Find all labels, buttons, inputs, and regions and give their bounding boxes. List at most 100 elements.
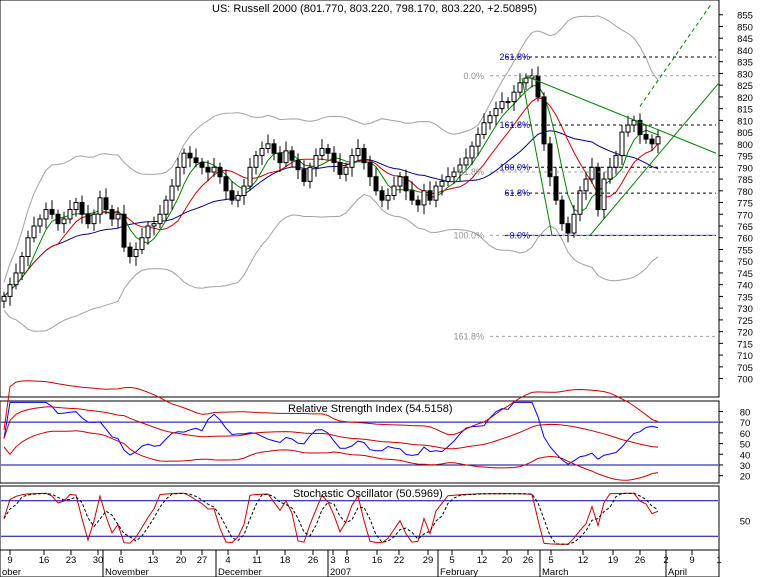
candle-body [253, 155, 259, 168]
candle-body [487, 115, 493, 124]
candle-body [379, 190, 385, 201]
price-y-tick-label: 810 [737, 116, 753, 127]
candle-body [217, 166, 223, 178]
fib-level-label: 161.8% [499, 120, 530, 130]
price-y-tick-label: 745 [737, 269, 753, 280]
candle-body [589, 166, 595, 180]
candle-body [649, 138, 655, 145]
candle-body [211, 166, 217, 173]
bollinger-upper [3, 15, 659, 283]
x-tick-label: 12 [477, 555, 488, 566]
price-y-tick-label: 805 [737, 128, 753, 139]
chart-canvas: 7007057107157207257307357407457507557607… [0, 0, 753, 577]
stoch-y-tick-label: 50 [740, 517, 751, 528]
stoch-layer: 50 [1, 492, 751, 545]
candle-body [127, 246, 133, 258]
x-tick-label: 23 [66, 555, 77, 566]
candle-body [223, 176, 229, 192]
candle-body [307, 166, 313, 182]
rsi-y-tick-label: 50 [740, 440, 751, 451]
candle-body [301, 169, 307, 182]
candle-body [25, 237, 31, 258]
candle-body [175, 166, 181, 187]
rsi-title: Relative Strength Index (54.5158) [288, 403, 453, 415]
candle-body [115, 213, 121, 220]
price-y-tick-label: 830 [737, 69, 753, 80]
rsi-band-lower [3, 430, 659, 481]
candle-body [283, 150, 289, 164]
price-y-tick-label: 705 [737, 363, 753, 374]
candle-body [313, 155, 319, 168]
candle-body [85, 213, 91, 225]
month-label: 2007 [330, 567, 351, 577]
candle-body [151, 223, 157, 227]
candle-body [139, 237, 145, 250]
candle-body [13, 272, 19, 286]
x-tick-label: 29 [423, 555, 434, 566]
candle-body [187, 152, 193, 159]
price-y-tick-label: 825 [737, 81, 753, 92]
candle-body [109, 209, 115, 220]
candle-body [163, 199, 169, 215]
candle-body [37, 218, 43, 227]
price-y-tick-label: 740 [737, 281, 753, 292]
candle-body [577, 190, 583, 215]
x-tick-label: 26 [635, 555, 646, 566]
candle-body [475, 133, 481, 147]
candle-body [49, 209, 55, 215]
candle-body [595, 166, 601, 211]
x-tick-label: 5 [548, 555, 553, 566]
rsi-y-tick-label: 70 [740, 418, 751, 429]
ma-mid-line [3, 97, 659, 297]
candle-body [169, 185, 175, 201]
x-tick-label: 13 [148, 555, 159, 566]
candle-body [451, 171, 457, 178]
candle-body [235, 194, 241, 201]
fib-left-label: 100.0% [453, 230, 484, 240]
candle-body [427, 190, 433, 201]
price-y-tick-label: 780 [737, 187, 753, 198]
candle-body [1, 295, 7, 302]
candle-body [205, 166, 211, 173]
candle-body [55, 213, 61, 225]
x-tick-label: 20 [176, 555, 187, 566]
price-y-tick-label: 800 [737, 140, 753, 151]
candle-body [517, 82, 523, 93]
fib-left-label: 61.8% [458, 167, 484, 177]
x-tick-label: 18 [280, 555, 291, 566]
rsi-y-tick-label: 30 [740, 461, 751, 472]
candle-body [625, 124, 631, 133]
candle-body [523, 77, 529, 84]
rsi-y-tick-label: 80 [740, 407, 751, 418]
candle-body [331, 152, 337, 164]
candle-body [133, 248, 139, 258]
price-y-tick-label: 770 [737, 210, 753, 221]
x-tick-label: 26 [523, 555, 534, 566]
price-y-tick-label: 850 [737, 22, 753, 33]
price-layer: 7007057107157207257307357407457507557607… [1, 2, 753, 386]
candle-body [265, 143, 271, 150]
price-y-tick-label: 840 [737, 46, 753, 57]
candle-body [553, 176, 559, 201]
month-label: April [668, 567, 687, 577]
price-y-tick-label: 730 [737, 304, 753, 315]
candle-body [493, 108, 499, 117]
candle-body [583, 178, 589, 192]
price-y-tick-label: 755 [737, 245, 753, 256]
candle-body [199, 162, 205, 168]
candle-body [505, 101, 511, 104]
candle-body [247, 166, 253, 187]
candle-body [7, 284, 13, 297]
price-y-tick-label: 700 [737, 375, 753, 386]
x-tick-label: 19 [608, 555, 619, 566]
x-tick-label: 4 [225, 555, 230, 566]
candle-body [67, 209, 73, 220]
x-tick-label: 11 [252, 555, 262, 566]
price-y-tick-label: 855 [737, 11, 753, 22]
price-y-tick-label: 725 [737, 316, 753, 327]
candle-body [103, 197, 109, 211]
candle-body [403, 176, 409, 192]
candle-body [535, 75, 541, 98]
candle-body [61, 218, 67, 225]
candle-body [571, 213, 577, 234]
